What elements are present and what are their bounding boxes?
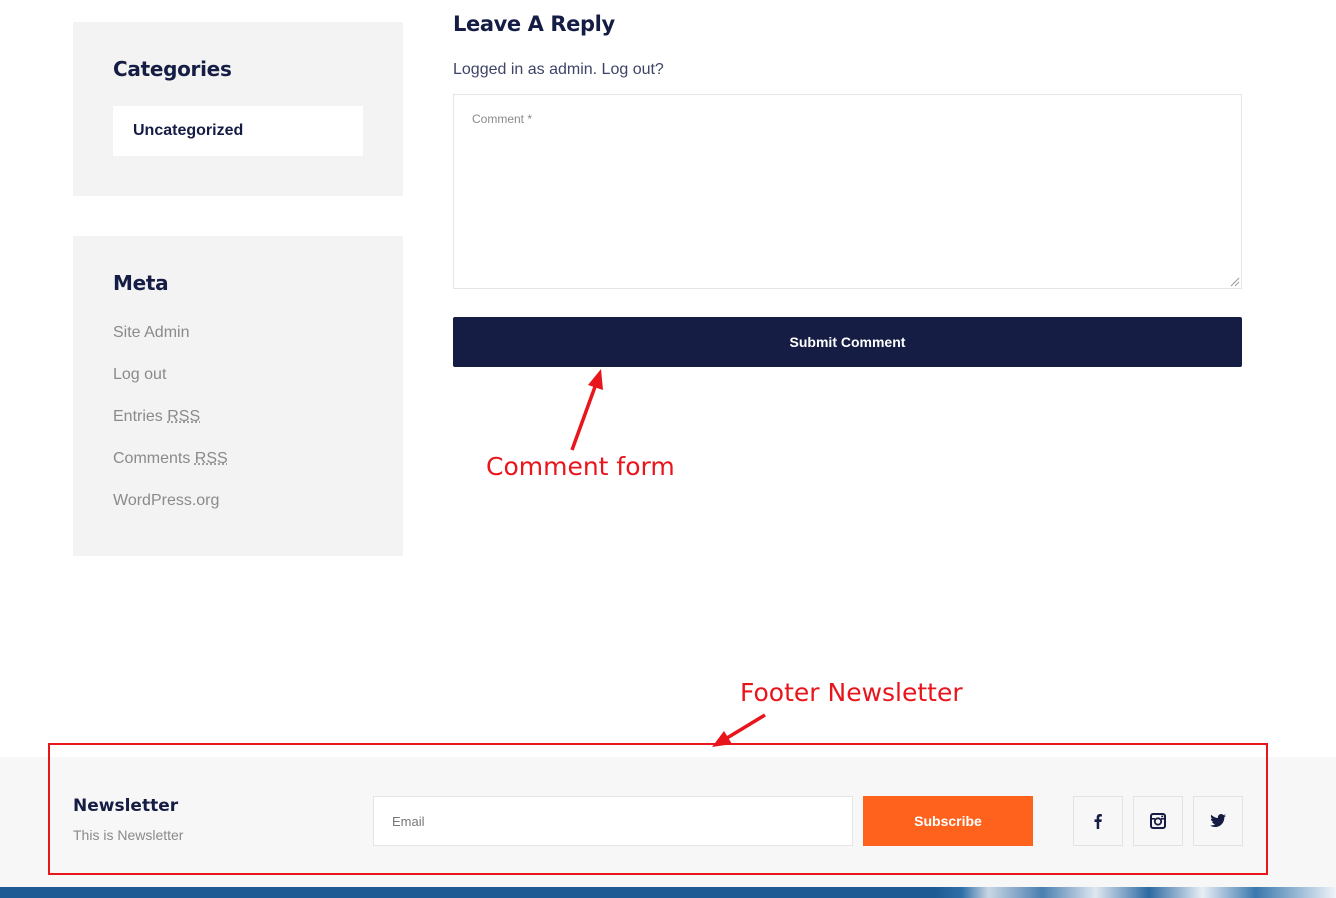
annotation-comment-form: Comment form [486, 452, 675, 481]
logged-in-text: Logged in as admin. Log out? [453, 61, 664, 78]
twitter-icon [1210, 814, 1226, 827]
meta-link-wordpress-org[interactable]: WordPress.org [113, 490, 228, 532]
newsletter-subtitle: This is Newsletter [73, 827, 184, 843]
categories-title: Categories [113, 57, 232, 81]
meta-link-comments-rss[interactable]: Comments RSS [113, 448, 228, 490]
categories-widget: Categories Uncategorized [73, 22, 403, 196]
meta-links: Site Admin Log out Entries RSS Comments … [113, 322, 228, 532]
logout-link[interactable]: Log out? [602, 61, 664, 78]
resize-grip-icon[interactable] [1230, 277, 1240, 287]
reply-title: Leave A Reply [453, 12, 615, 36]
annotation-footer-newsletter: Footer Newsletter [740, 678, 963, 707]
meta-title: Meta [113, 271, 169, 295]
arrow-line-comment [570, 383, 598, 451]
meta-link-site-admin[interactable]: Site Admin [113, 322, 228, 364]
facebook-button[interactable] [1073, 796, 1123, 846]
meta-link-log-out[interactable]: Log out [113, 364, 228, 406]
comment-textarea[interactable] [453, 94, 1242, 289]
facebook-icon [1094, 814, 1102, 829]
instagram-button[interactable] [1133, 796, 1183, 846]
newsletter-email-input[interactable] [373, 796, 853, 846]
instagram-icon [1150, 813, 1166, 829]
newsletter-title: Newsletter [73, 796, 179, 816]
subscribe-button[interactable]: Subscribe [863, 796, 1033, 846]
arrow-line-footer [726, 713, 766, 740]
meta-link-entries-rss[interactable]: Entries RSS [113, 406, 228, 448]
category-link-uncategorized[interactable]: Uncategorized [113, 106, 363, 156]
meta-widget: Meta Site Admin Log out Entries RSS Comm… [73, 236, 403, 556]
arrow-head-comment [588, 369, 603, 390]
bottom-image-strip [0, 887, 1336, 898]
twitter-button[interactable] [1193, 796, 1243, 846]
submit-comment-button[interactable]: Submit Comment [453, 317, 1242, 367]
arrow-head-footer [712, 731, 732, 747]
